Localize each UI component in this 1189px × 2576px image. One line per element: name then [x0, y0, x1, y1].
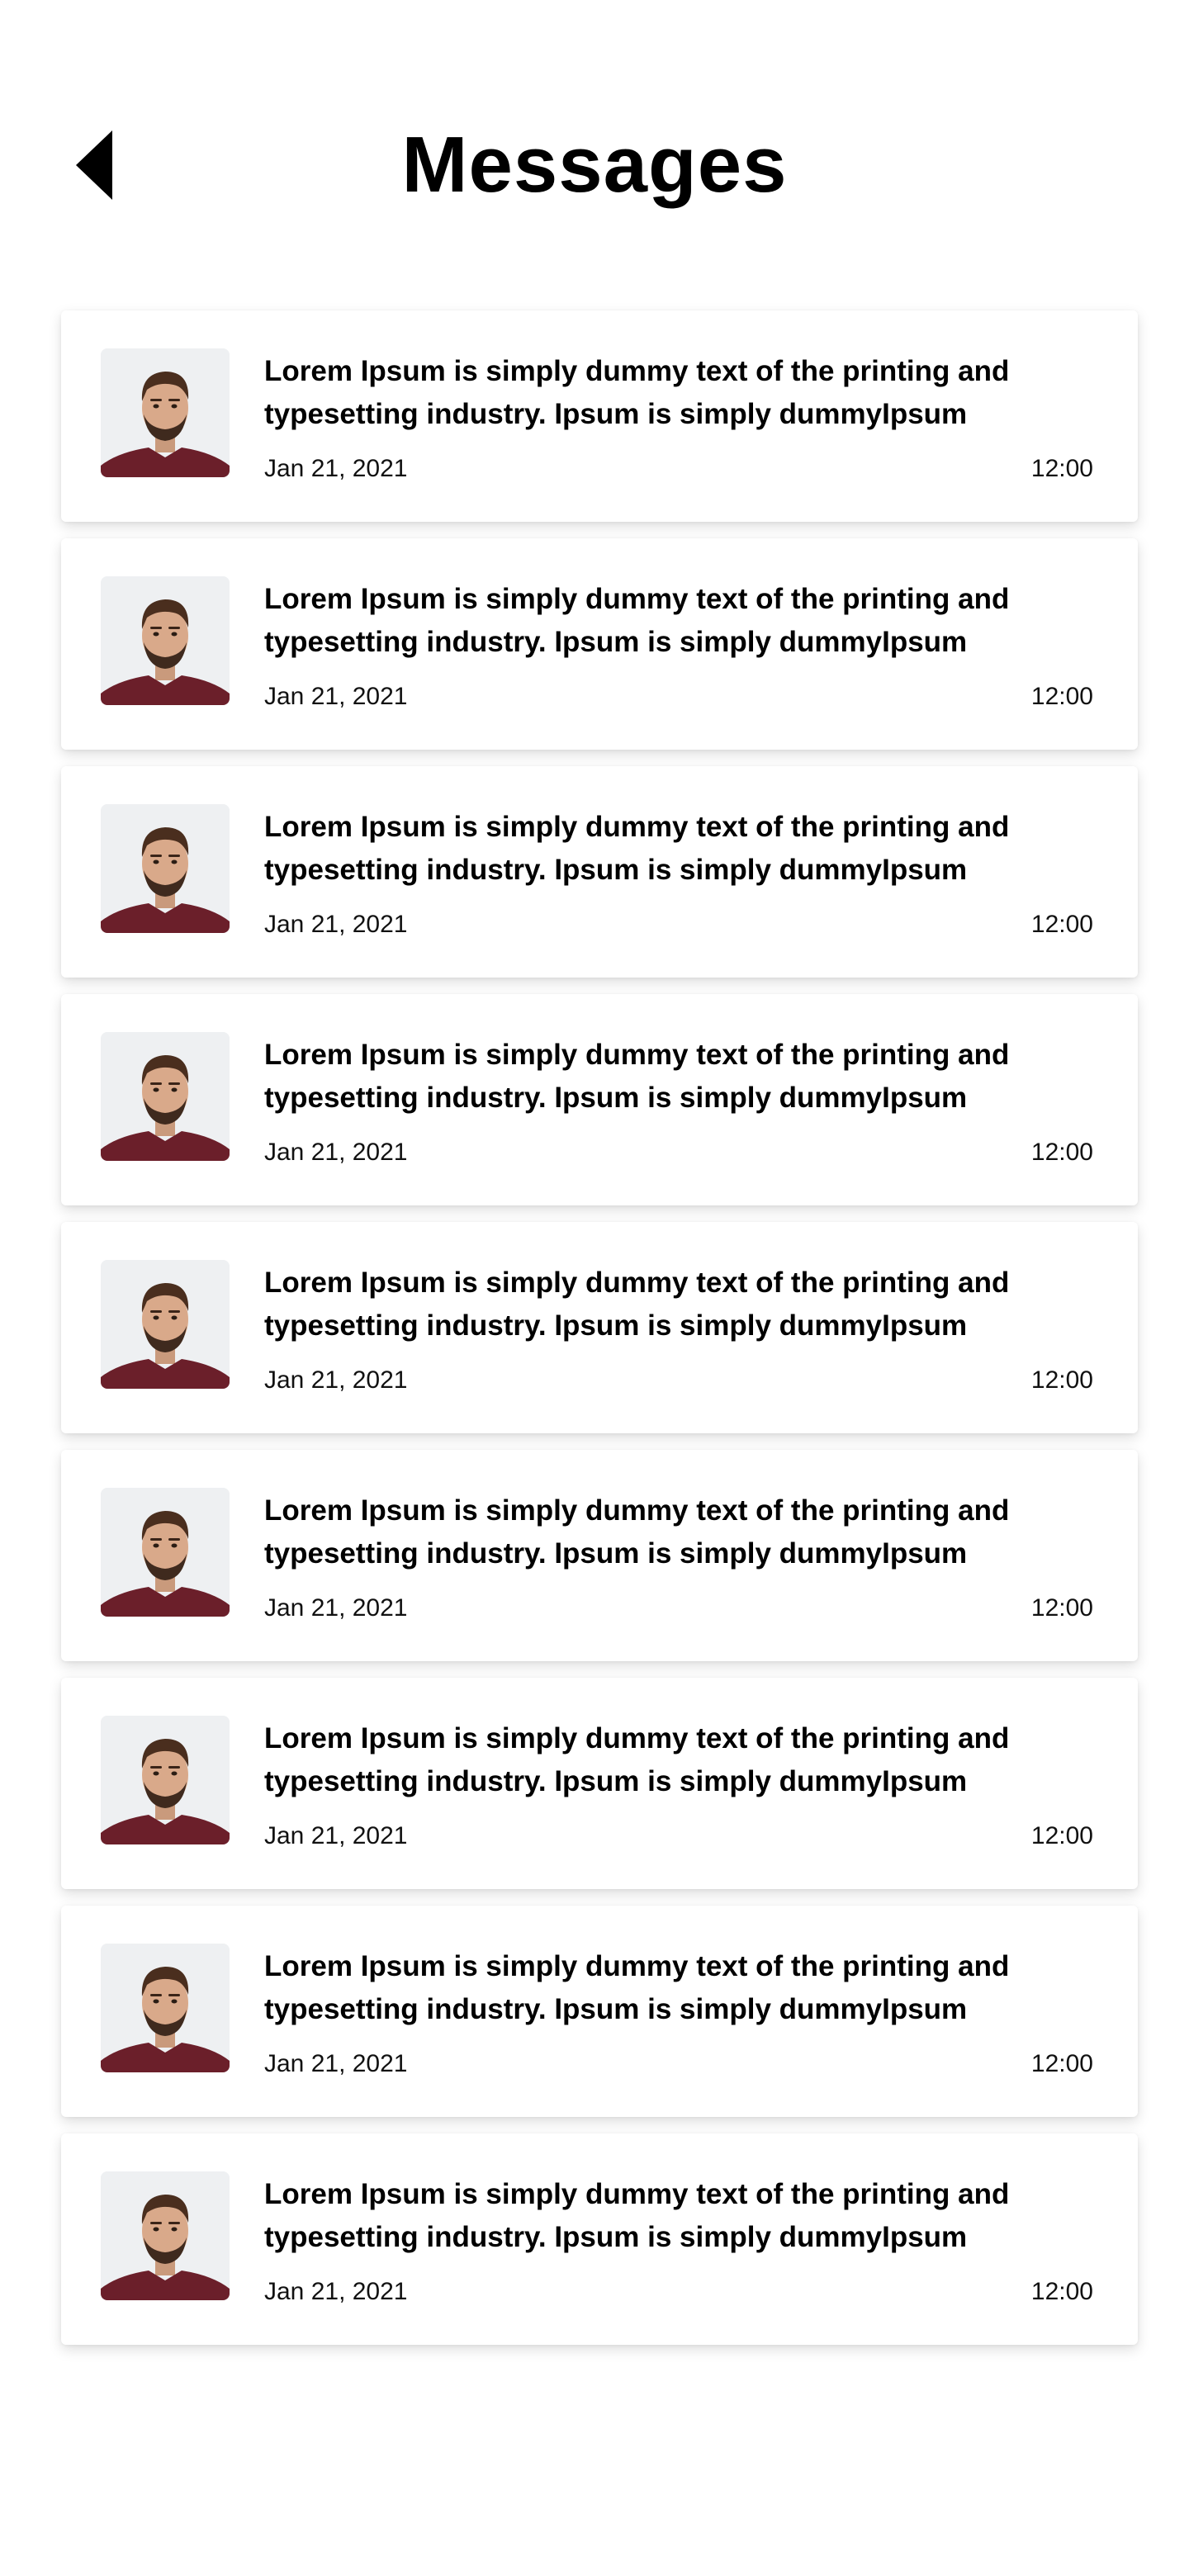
- message-preview: Lorem Ipsum is simply dummy text of the …: [264, 1267, 1010, 1342]
- message-card[interactable]: Lorem Ipsum is simply dummy text of the …: [61, 538, 1138, 750]
- header: Messages: [0, 0, 1189, 314]
- avatar: [101, 1716, 230, 1844]
- avatar: [101, 2171, 230, 2300]
- message-card[interactable]: Lorem Ipsum is simply dummy text of the …: [61, 766, 1138, 978]
- avatar: [101, 576, 230, 705]
- message-date: Jan 21, 2021: [264, 683, 408, 710]
- message-time: 12:00: [1030, 911, 1093, 938]
- message-time: 12:00: [1030, 2050, 1093, 2077]
- message-preview: Lorem Ipsum is simply dummy text of the …: [264, 1950, 1010, 2025]
- message-time: 12:00: [1030, 2278, 1093, 2305]
- message-time: 12:00: [1030, 1594, 1093, 1622]
- avatar: [101, 1260, 230, 1389]
- avatar-photo: [101, 1260, 230, 1389]
- message-card[interactable]: Lorem Ipsum is simply dummy text of the …: [61, 994, 1138, 1205]
- avatar: [101, 348, 230, 477]
- message-preview: Lorem Ipsum is simply dummy text of the …: [264, 355, 1010, 430]
- message-preview: Lorem Ipsum is simply dummy text of the …: [264, 1722, 1010, 1797]
- avatar: [101, 1944, 230, 2072]
- message-date: Jan 21, 2021: [264, 911, 408, 938]
- message-time: 12:00: [1030, 455, 1093, 482]
- avatar-photo: [101, 1944, 230, 2072]
- message-time: 12:00: [1030, 1366, 1093, 1394]
- message-date: Jan 21, 2021: [264, 2278, 408, 2305]
- message-date: Jan 21, 2021: [264, 1822, 408, 1849]
- message-time: 12:00: [1030, 1139, 1093, 1166]
- message-card[interactable]: Lorem Ipsum is simply dummy text of the …: [61, 310, 1138, 522]
- message-card[interactable]: Lorem Ipsum is simply dummy text of the …: [61, 1222, 1138, 1433]
- avatar-photo: [101, 1716, 230, 1844]
- avatar-photo: [101, 1488, 230, 1617]
- avatar-photo: [101, 348, 230, 477]
- message-preview: Lorem Ipsum is simply dummy text of the …: [264, 1494, 1010, 1570]
- avatar-photo: [101, 2171, 230, 2300]
- message-preview: Lorem Ipsum is simply dummy text of the …: [264, 583, 1010, 658]
- avatar: [101, 804, 230, 933]
- message-date: Jan 21, 2021: [264, 1594, 408, 1622]
- avatar-photo: [101, 1032, 230, 1161]
- avatar-photo: [101, 576, 230, 705]
- page-title: Messages: [401, 121, 788, 209]
- message-card[interactable]: Lorem Ipsum is simply dummy text of the …: [61, 1678, 1138, 1889]
- message-preview: Lorem Ipsum is simply dummy text of the …: [264, 811, 1010, 886]
- message-time: 12:00: [1030, 683, 1093, 710]
- avatar: [101, 1488, 230, 1617]
- message-date: Jan 21, 2021: [264, 1366, 408, 1394]
- message-preview: Lorem Ipsum is simply dummy text of the …: [264, 1039, 1010, 1114]
- message-card[interactable]: Lorem Ipsum is simply dummy text of the …: [61, 1906, 1138, 2117]
- message-card[interactable]: Lorem Ipsum is simply dummy text of the …: [61, 2133, 1138, 2345]
- message-card[interactable]: Lorem Ipsum is simply dummy text of the …: [61, 1450, 1138, 1661]
- message-preview: Lorem Ipsum is simply dummy text of the …: [264, 2178, 1010, 2253]
- message-time: 12:00: [1030, 1822, 1093, 1849]
- message-date: Jan 21, 2021: [264, 455, 408, 482]
- message-list: Lorem Ipsum is simply dummy text of the …: [61, 310, 1138, 2361]
- avatar: [101, 1032, 230, 1161]
- avatar-photo: [101, 804, 230, 933]
- message-date: Jan 21, 2021: [264, 1139, 408, 1166]
- message-date: Jan 21, 2021: [264, 2050, 408, 2077]
